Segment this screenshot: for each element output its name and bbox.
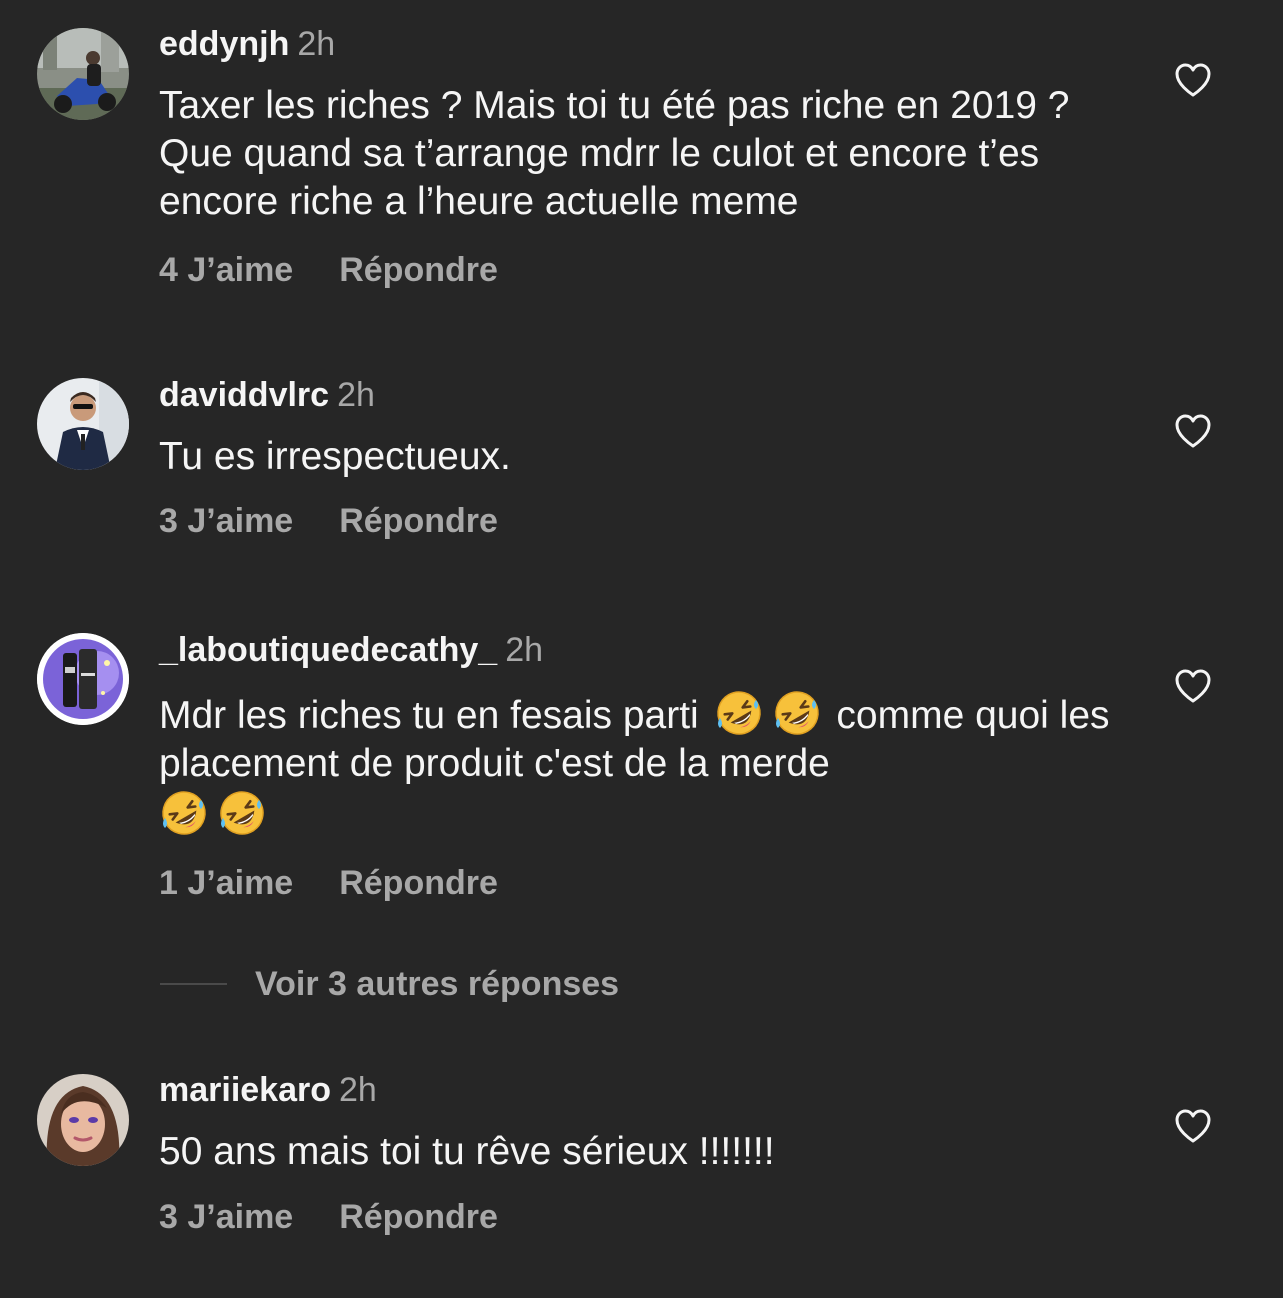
heart-outline-icon[interactable] [1174, 1108, 1212, 1144]
heart-outline-icon[interactable] [1174, 413, 1212, 449]
comment-text: 50 ans mais toi tu rêve sérieux !!!!!!! [159, 1130, 775, 1173]
avatar[interactable] [37, 1074, 129, 1166]
comment-text: Mdr les riches tu en fesais parti comme … [159, 688, 1139, 840]
timestamp: 2h [505, 631, 544, 669]
heart-outline-icon[interactable] [1174, 62, 1212, 98]
reply-button[interactable]: Répondre [339, 502, 498, 541]
view-more-label[interactable]: Voir 3 autres réponses [255, 965, 619, 1004]
avatar[interactable] [37, 633, 129, 725]
reply-button[interactable]: Répondre [339, 251, 498, 290]
reply-button[interactable]: Répondre [339, 1198, 498, 1237]
rolling-on-the-floor-laughing-emoji [159, 788, 209, 838]
username[interactable]: daviddvlrc [159, 376, 329, 414]
username[interactable]: _laboutiquedecathy_ [159, 631, 497, 669]
comment-text: Taxer les riches ? Mais toi tu été pas r… [159, 84, 1070, 223]
timestamp: 2h [337, 376, 375, 414]
timestamp: 2h [297, 25, 336, 63]
comment-actions: 1 J’aime Répondre [159, 864, 1139, 903]
avatar[interactable] [37, 378, 129, 470]
comment-header: _laboutiquedecathy_ 2h [159, 630, 1139, 670]
timestamp: 2h [339, 1071, 377, 1109]
view-more-replies[interactable]: Voir 3 autres réponses [160, 962, 619, 1006]
avatar[interactable] [37, 28, 129, 120]
username[interactable]: mariiekaro [159, 1071, 331, 1109]
comment-text: Tu es irrespectueux. [159, 435, 511, 478]
reply-button[interactable]: Répondre [339, 864, 498, 903]
rolling-on-the-floor-laughing-emoji [714, 688, 764, 738]
divider [160, 983, 227, 985]
like-count[interactable]: 4 J’aime [159, 251, 293, 290]
like-count[interactable]: 3 J’aime [159, 1198, 293, 1237]
comment-text-part: Mdr les riches tu en fesais parti [159, 694, 699, 737]
comment-header: mariiekaro 2h [159, 1070, 1139, 1110]
rolling-on-the-floor-laughing-emoji [217, 788, 267, 838]
like-count[interactable]: 3 J’aime [159, 502, 293, 541]
comment-header: eddynjh 2h [159, 24, 1139, 64]
comment-actions: 4 J’aime Répondre [159, 251, 1139, 290]
comment-actions: 3 J’aime Répondre [159, 1198, 1139, 1237]
comment-actions: 3 J’aime Répondre [159, 502, 1139, 541]
username[interactable]: eddynjh [159, 25, 289, 63]
comment-header: daviddvlrc 2h [159, 375, 1139, 415]
heart-outline-icon[interactable] [1174, 668, 1212, 704]
rolling-on-the-floor-laughing-emoji [772, 688, 822, 738]
like-count[interactable]: 1 J’aime [159, 864, 293, 903]
